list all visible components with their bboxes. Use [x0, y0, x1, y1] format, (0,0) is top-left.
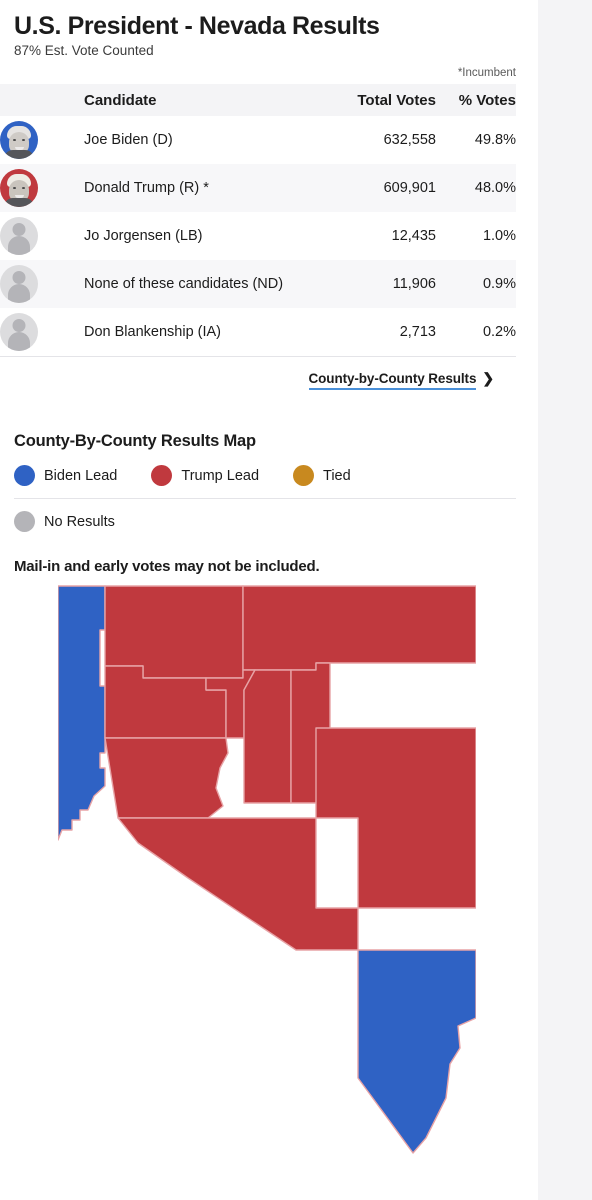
- vote-counted-status: 87% Est. Vote Counted: [14, 43, 154, 58]
- legend-item-tied[interactable]: Tied: [293, 465, 351, 487]
- header-candidate: Candidate: [84, 91, 157, 109]
- candidate-name: None of these candidates (ND): [84, 276, 284, 293]
- county-clark[interactable]: [357, 949, 476, 1154]
- county-churchill[interactable]: [104, 737, 229, 819]
- header-avatar-spacer: [0, 84, 84, 116]
- avatar-cell: [0, 164, 84, 212]
- candidate-pct-votes: 0.9%: [482, 276, 516, 293]
- table-row[interactable]: Jo Jorgensen (LB) 12,435 1.0%: [0, 212, 516, 260]
- generic-person-avatar: [0, 313, 38, 352]
- legend-item-biden-lead[interactable]: Biden Lead: [14, 465, 118, 487]
- candidate-total-votes: 12,435: [391, 228, 436, 245]
- candidate-name: Don Blankenship (IA): [84, 324, 222, 341]
- candidate-total-votes: 609,901: [383, 180, 436, 197]
- biden-photo-avatar: [0, 121, 38, 160]
- legend-label: Trump Lead: [181, 467, 260, 484]
- trump-photo-avatar: [0, 169, 38, 208]
- table-header: Candidate Total Votes % Votes: [0, 84, 516, 117]
- county-by-county-results-link[interactable]: County-by-County Results ❯: [308, 370, 517, 391]
- county-link-row: County-by-County Results ❯: [0, 356, 517, 391]
- avatar-cell: [0, 260, 84, 308]
- county-nye[interactable]: [117, 817, 359, 951]
- candidate-total-votes: 2,713: [399, 324, 436, 341]
- table-body: Joe Biden (D) 632,558 49.8% Donald Trump…: [0, 116, 516, 356]
- chevron-right-icon: ❯: [482, 370, 494, 387]
- results-table: Candidate Total Votes % Votes Joe Biden: [0, 84, 516, 356]
- county-eureka[interactable]: [243, 669, 292, 804]
- legend-label: Biden Lead: [44, 467, 118, 484]
- candidate-name: Jo Jorgensen (LB): [84, 228, 203, 245]
- legend-label: No Results: [44, 513, 115, 530]
- page-title: U.S. President - Nevada Results: [14, 12, 380, 40]
- tied-swatch-icon: [293, 465, 315, 487]
- county-link-label: County-by-County Results: [308, 371, 476, 391]
- candidate-total-votes: 632,558: [383, 132, 436, 149]
- generic-person-avatar: [0, 265, 38, 304]
- avatar-cell: [0, 308, 84, 356]
- nevada-map-svg[interactable]: [58, 578, 476, 1178]
- generic-person-avatar: [0, 217, 38, 256]
- legend-label: Tied: [323, 467, 351, 484]
- avatar-cell: [0, 116, 84, 164]
- candidate-total-votes: 11,906: [392, 276, 436, 293]
- incumbent-note: *Incumbent: [457, 67, 516, 80]
- candidate-pct-votes: 0.2%: [482, 324, 516, 341]
- legend-divider: [14, 498, 516, 500]
- candidate-name: Donald Trump (R) *: [84, 180, 209, 197]
- legend-item-no-results[interactable]: No Results: [14, 511, 115, 533]
- header-pct-votes: % Votes: [458, 91, 516, 109]
- candidate-name: Joe Biden (D): [84, 132, 173, 149]
- header-total-votes: Total Votes: [357, 91, 436, 109]
- table-row[interactable]: None of these candidates (ND) 11,906 0.9…: [0, 260, 516, 309]
- map-heading: County-By-County Results Map: [14, 432, 256, 451]
- map-legend-row-2: No Results: [14, 511, 538, 533]
- county-humboldt[interactable]: [104, 585, 244, 679]
- candidate-pct-votes: 48.0%: [474, 180, 516, 197]
- avatar-cell: [0, 212, 84, 260]
- table-row[interactable]: Donald Trump (R) * 609,901 48.0%: [0, 164, 516, 213]
- biden-lead-swatch-icon: [14, 465, 35, 487]
- table-header-row: Candidate Total Votes % Votes: [0, 84, 516, 117]
- county-lincoln[interactable]: [315, 727, 476, 909]
- candidate-pct-votes: 1.0%: [482, 228, 516, 245]
- table-row[interactable]: Joe Biden (D) 632,558 49.8%: [0, 116, 516, 164]
- no-results-swatch-icon: [14, 511, 35, 533]
- main-content-column: U.S. President - Nevada Results 87% Est.…: [0, 0, 538, 1200]
- nevada-county-map[interactable]: [58, 578, 476, 1178]
- county-elko[interactable]: [242, 585, 476, 671]
- legend-item-trump-lead[interactable]: Trump Lead: [151, 465, 260, 487]
- right-side-panel: [538, 0, 592, 1200]
- map-legend-row-1: Biden Lead Trump Lead Tied: [14, 465, 538, 487]
- mail-in-note: Mail-in and early votes may not be inclu…: [14, 558, 320, 576]
- trump-lead-swatch-icon: [151, 465, 173, 487]
- county-washoe[interactable]: [58, 585, 106, 841]
- table-row[interactable]: Don Blankenship (IA) 2,713 0.2%: [0, 308, 516, 356]
- results-header: U.S. President - Nevada Results 87% Est.…: [0, 0, 538, 79]
- map-section: County-By-County Results Map Biden Lead …: [0, 432, 538, 575]
- candidate-pct-votes: 49.8%: [474, 132, 516, 149]
